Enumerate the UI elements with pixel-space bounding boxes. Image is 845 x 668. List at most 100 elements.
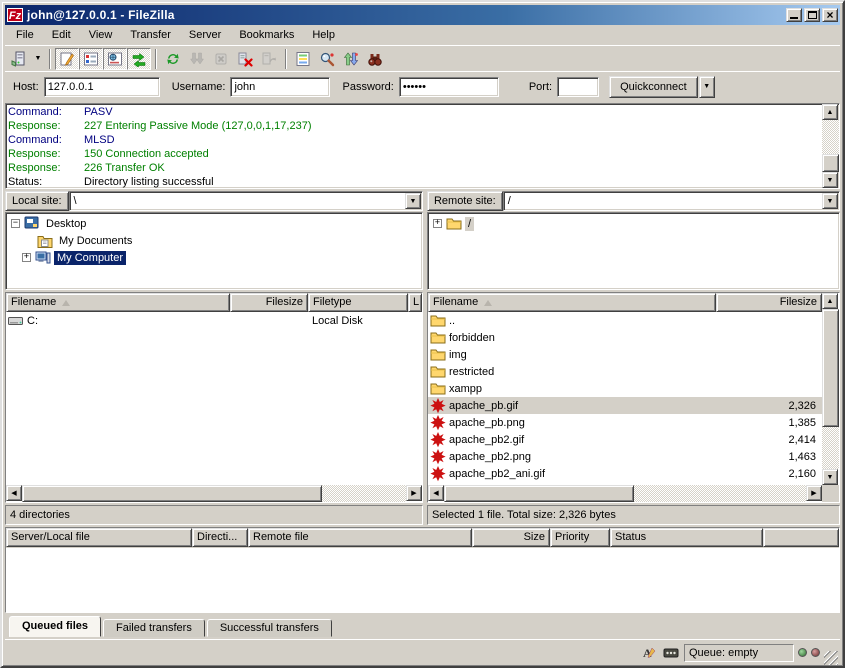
- filter-button[interactable]: [291, 48, 315, 70]
- toggle-remote-tree-button[interactable]: [103, 48, 127, 70]
- column-header-status[interactable]: Status: [610, 528, 763, 547]
- port-input[interactable]: [557, 77, 599, 97]
- local-site-combobox[interactable]: \ ▼: [69, 191, 423, 211]
- file-row[interactable]: restricted: [428, 363, 822, 380]
- message-log-scrollbar[interactable]: ▲ ▼: [822, 104, 839, 188]
- scroll-left-button[interactable]: ◀: [6, 485, 22, 501]
- scroll-thumb[interactable]: [444, 485, 634, 502]
- resize-grip[interactable]: [824, 651, 838, 665]
- filter-icon: [295, 51, 311, 67]
- scroll-track[interactable]: [822, 427, 839, 469]
- selected-tree-label: /: [465, 217, 474, 231]
- scroll-track[interactable]: [322, 485, 406, 502]
- quickconnect-button[interactable]: Quickconnect: [609, 76, 698, 98]
- password-input[interactable]: [399, 77, 499, 97]
- collapse-icon[interactable]: −: [11, 219, 20, 228]
- column-header-direction[interactable]: Directi...: [192, 528, 248, 547]
- speed-limits-indicator-icon[interactable]: [662, 645, 680, 661]
- menu-file[interactable]: File: [7, 25, 43, 45]
- transfer-type-indicator-icon[interactable]: A: [640, 645, 658, 661]
- scroll-right-button[interactable]: ▶: [406, 485, 422, 501]
- toggle-local-tree-button[interactable]: [79, 48, 103, 70]
- column-header-filesize[interactable]: Filesize: [230, 293, 308, 312]
- menu-bookmarks[interactable]: Bookmarks: [230, 25, 303, 45]
- column-header-filename[interactable]: Filename: [428, 293, 716, 312]
- local-horizontal-scrollbar[interactable]: ◀ ▶: [6, 485, 422, 502]
- remote-site-label: Remote site:: [427, 191, 503, 211]
- maximize-button[interactable]: [804, 8, 820, 22]
- chevron-down-icon[interactable]: ▼: [822, 193, 838, 209]
- remote-horizontal-scrollbar[interactable]: ◀ ▶: [428, 485, 822, 502]
- chevron-down-icon[interactable]: ▼: [405, 193, 421, 209]
- scroll-right-button[interactable]: ▶: [806, 485, 822, 501]
- tree-item-desktop[interactable]: − Desktop: [6, 215, 422, 232]
- column-header-filename[interactable]: Filename: [6, 293, 230, 312]
- remote-vertical-scrollbar[interactable]: ▲ ▼: [822, 293, 839, 502]
- reconnect-button[interactable]: [257, 48, 281, 70]
- process-queue-button[interactable]: [185, 48, 209, 70]
- file-row-selected[interactable]: apache_pb.gif 2,326: [428, 397, 822, 414]
- tab-queued-files[interactable]: Queued files: [9, 616, 101, 637]
- file-row[interactable]: apache_pb.png 1,385: [428, 414, 822, 431]
- column-header-filetype[interactable]: Filetype: [308, 293, 408, 312]
- tree-item-my-computer[interactable]: + My Computer: [6, 249, 422, 266]
- host-input[interactable]: [44, 77, 160, 97]
- scroll-track[interactable]: [634, 485, 806, 502]
- file-row[interactable]: img: [428, 346, 822, 363]
- cancel-operation-button[interactable]: [209, 48, 233, 70]
- quickconnect-dropdown-button[interactable]: ▼: [699, 76, 715, 98]
- file-row[interactable]: ..: [428, 312, 822, 329]
- file-row[interactable]: apache_pb2.png 1,463: [428, 448, 822, 465]
- tab-successful-transfers[interactable]: Successful transfers: [207, 619, 332, 637]
- folder-icon: [430, 314, 446, 327]
- toggle-message-log-button[interactable]: [55, 48, 79, 70]
- expand-icon[interactable]: +: [433, 219, 442, 228]
- close-button[interactable]: ×: [822, 8, 838, 22]
- minimize-button[interactable]: [786, 8, 802, 22]
- expand-icon[interactable]: +: [22, 253, 31, 262]
- column-header-remote-file[interactable]: Remote file: [248, 528, 472, 547]
- menu-server[interactable]: Server: [180, 25, 230, 45]
- title-bar[interactable]: Fz john@127.0.0.1 - FileZilla ×: [5, 5, 840, 25]
- site-manager-button[interactable]: [7, 48, 31, 70]
- scroll-left-button[interactable]: ◀: [428, 485, 444, 501]
- scroll-down-button[interactable]: ▼: [822, 172, 838, 188]
- toggle-transfer-queue-button[interactable]: [127, 48, 151, 70]
- tree-item-root[interactable]: + /: [428, 215, 839, 232]
- column-header-server-local-file[interactable]: Server/Local file: [6, 528, 192, 547]
- file-row[interactable]: forbidden: [428, 329, 822, 346]
- compare-directories-button[interactable]: [315, 48, 339, 70]
- menu-help[interactable]: Help: [303, 25, 344, 45]
- site-manager-dropdown-button[interactable]: ▼: [31, 48, 45, 70]
- scroll-thumb[interactable]: [822, 309, 839, 427]
- file-row-c-drive[interactable]: C: Local Disk: [6, 312, 422, 329]
- refresh-button[interactable]: [161, 48, 185, 70]
- scroll-down-button[interactable]: ▼: [822, 469, 838, 485]
- file-row[interactable]: apache_pb2_ani.gif 2,160: [428, 465, 822, 482]
- scroll-thumb[interactable]: [822, 154, 839, 172]
- scroll-thumb[interactable]: [22, 485, 322, 502]
- column-header-priority[interactable]: Priority: [550, 528, 610, 547]
- scroll-up-button[interactable]: ▲: [822, 104, 838, 120]
- disconnect-button[interactable]: [233, 48, 257, 70]
- username-input[interactable]: [230, 77, 330, 97]
- file-row[interactable]: xampp: [428, 380, 822, 397]
- scroll-up-button[interactable]: ▲: [822, 293, 838, 309]
- column-header-empty: [763, 528, 839, 547]
- tab-failed-transfers[interactable]: Failed transfers: [103, 619, 205, 637]
- menu-transfer[interactable]: Transfer: [121, 25, 180, 45]
- log-line: Command:PASV: [8, 105, 820, 119]
- column-header-last-modified[interactable]: L: [408, 293, 422, 312]
- column-header-filesize[interactable]: Filesize: [716, 293, 822, 312]
- find-files-button[interactable]: [363, 48, 387, 70]
- file-row[interactable]: apache_pb2.gif 2,414: [428, 431, 822, 448]
- queue-body[interactable]: [6, 548, 839, 612]
- menu-view[interactable]: View: [80, 25, 122, 45]
- column-header-size[interactable]: Size: [472, 528, 550, 547]
- find-files-icon: [367, 51, 383, 67]
- tree-item-my-documents[interactable]: My Documents: [6, 232, 422, 249]
- remote-site-combobox[interactable]: / ▼: [503, 191, 840, 211]
- menu-edit[interactable]: Edit: [43, 25, 80, 45]
- scroll-track[interactable]: [822, 120, 839, 154]
- synchronized-browsing-button[interactable]: [339, 48, 363, 70]
